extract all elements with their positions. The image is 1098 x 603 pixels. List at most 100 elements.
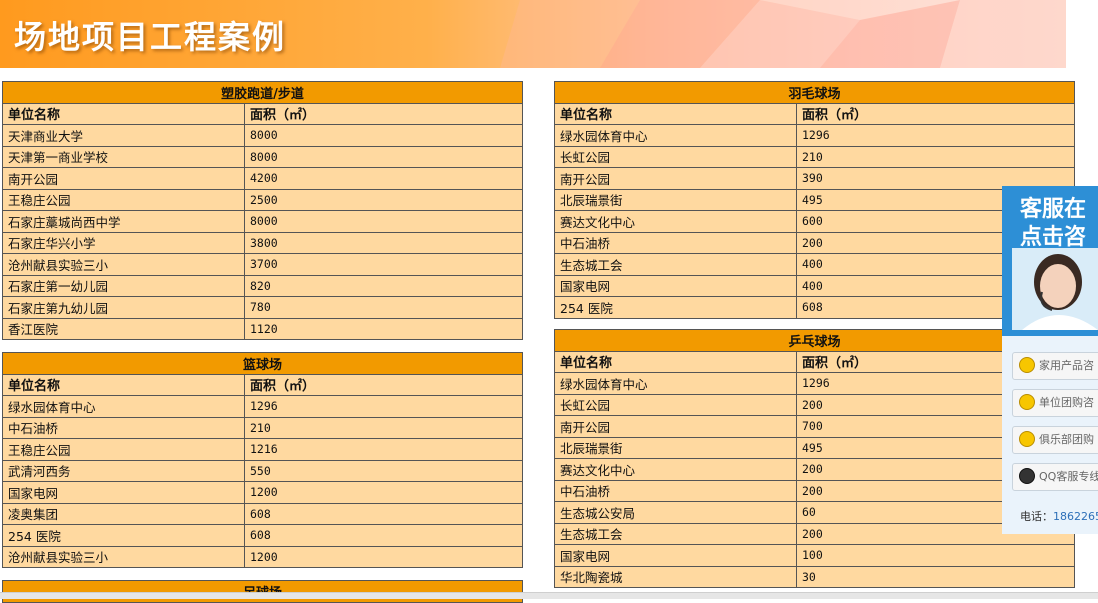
customer-service-widget[interactable]: 客服在 点击咨 家用产品咨 单位团购咨 俱乐部团购 QQ客服专线 电话：1862… [1002,186,1098,534]
cell-name: 天津第一商业学校 [2,145,245,168]
table-row: 天津商业大学 8000 [2,124,523,147]
cell-name: 生态城工会 [554,253,797,276]
table-row: 沧州献县实验三小 3700 [2,253,523,276]
cell-area: 30 [795,565,1076,588]
column-header-area: 面积（㎡） [795,102,1076,125]
table-row: 生态城公安局 60 [554,501,1076,524]
table-row: 长虹公园 200 [554,393,1076,416]
cell-name: 王稳庄公园 [2,188,245,211]
cell-name: 北辰瑞景街 [554,188,797,211]
cell-name: 254 医院 [554,296,797,319]
table-row: 国家电网 1200 [2,481,524,504]
cell-name: 绿水园体育中心 [554,124,797,147]
table-row: 中石油桥 210 [2,416,524,439]
table-row: 绿水园体育中心 1296 [554,372,1076,395]
cell-area: 550 [243,459,524,482]
cell-name: 中石油桥 [554,231,797,254]
table-row: 南开公园 4200 [2,167,523,190]
table-row: 中石油桥 200 [554,479,1076,502]
group-purchase-consult-button[interactable]: 单位团购咨 [1012,389,1098,417]
cell-name: 沧州献县实验三小 [2,545,245,568]
cell-name: 254 医院 [2,524,245,547]
table-row: 天津第一商业学校 8000 [2,145,523,168]
cell-area: 8000 [244,124,523,147]
widget-title: 客服在 点击咨 [1020,196,1086,252]
table-caption: 羽毛球场 [553,81,1076,104]
table-row: 沧州献县实验三小 1200 [2,545,524,568]
table-row: 北辰瑞景街 495 [554,436,1076,459]
column-header-name: 单位名称 [554,102,797,125]
table-caption: 乒乓球场 [553,329,1076,352]
cell-area: 1200 [243,545,524,568]
table-row: 国家电网 100 [554,544,1076,567]
cell-area: 3700 [244,253,523,276]
club-purchase-button[interactable]: 俱乐部团购 [1012,426,1098,454]
table-row: 254 医院 608 [554,296,1076,319]
table-row: 254 医院 608 [2,524,524,547]
cell-name: 中石油桥 [2,416,245,439]
column-header-area: 面积（㎡） [244,102,523,125]
cell-name: 长虹公园 [554,393,797,416]
cell-name: 赛达文化中心 [554,458,797,481]
cell-name: 南开公园 [554,167,797,190]
column-header-name: 单位名称 [2,102,245,125]
cell-area: 4200 [244,167,523,190]
cell-area: 1296 [795,124,1076,147]
smiley-icon [1019,394,1035,410]
phone-number: 1862265 [1053,510,1098,523]
cell-area: 1296 [243,395,524,418]
cell-name: 绿水园体育中心 [554,372,797,395]
cell-area: 1120 [244,317,523,340]
phone-line: 电话：1862265 [1020,508,1098,524]
table-row: 长虹公园 210 [554,145,1076,168]
table-row: 石家庄藁城尚西中学 8000 [2,210,523,233]
cell-name: 华北陶瓷城 [554,565,797,588]
table-row: 赛达文化中心 600 [554,210,1076,233]
phone-label: 电话： [1020,510,1053,523]
button-label: 俱乐部团购 [1039,433,1094,446]
table-row: 香江医院 1120 [2,317,523,340]
cell-name: 沧州献县实验三小 [2,253,245,276]
table-row: 生态城工会 400 [554,253,1076,276]
column-header-name: 单位名称 [554,350,797,373]
home-product-consult-button[interactable]: 家用产品咨 [1012,352,1098,380]
cell-name: 武清河西务 [2,459,245,482]
table-caption: 塑胶跑道/步道 [2,81,523,104]
cell-name: 石家庄第一幼儿园 [2,274,245,297]
column-header-name: 单位名称 [2,373,245,396]
table-row: 武清河西务 550 [2,459,524,482]
table-row: 华北陶瓷城 30 [554,565,1076,588]
cell-name: 北辰瑞景街 [554,436,797,459]
cell-area: 8000 [244,145,523,168]
table-row: 生态城工会 200 [554,522,1076,545]
table-row: 赛达文化中心 200 [554,458,1076,481]
cell-area: 210 [795,145,1076,168]
cell-area: 608 [243,502,524,525]
table-running-track: 塑胶跑道/步道 单位名称 面积（㎡） 天津商业大学 8000 天津第一商业学校 80… [2,81,523,340]
table-row: 中石油桥 200 [554,231,1076,254]
cell-name: 生态城公安局 [554,501,797,524]
button-label: 家用产品咨 [1039,359,1094,372]
cell-name: 南开公园 [2,167,245,190]
table-row: 国家电网 400 [554,274,1076,297]
table-table-tennis: 乒乓球场 单位名称 面积（㎡） 绿水园体育中心 1296 长虹公园 200 南开公园… [553,329,1076,588]
qq-service-button[interactable]: QQ客服专线 [1012,463,1098,491]
cell-name: 石家庄藁城尚西中学 [2,210,245,233]
table-row: 南开公园 390 [554,167,1076,190]
table-caption: 篮球场 [1,352,524,375]
table-basketball-court: 篮球场 单位名称 面积（㎡） 绿水园体育中心 1296 中石油桥 210 王稳庄公园… [1,352,524,568]
cell-name: 国家电网 [554,274,797,297]
cell-name: 香江医院 [2,317,245,340]
table-row: 石家庄华兴小学 3800 [2,231,523,254]
agent-avatar [1012,248,1098,330]
agent-avatar-icon [1012,248,1098,330]
table-row: 王稳庄公园 1216 [2,438,524,461]
table-row: 石家庄第一幼儿园 820 [2,274,523,297]
widget-title-line1: 客服在 [1020,197,1087,222]
cell-area: 100 [795,544,1076,567]
cell-name: 天津商业大学 [2,124,245,147]
page-title: 场地项目工程案例 [14,18,287,56]
page-banner: 场地项目工程案例 [0,0,1066,68]
table-row: 北辰瑞景街 495 [554,188,1076,211]
widget-panel: 家用产品咨 单位团购咨 俱乐部团购 QQ客服专线 [1002,336,1098,534]
